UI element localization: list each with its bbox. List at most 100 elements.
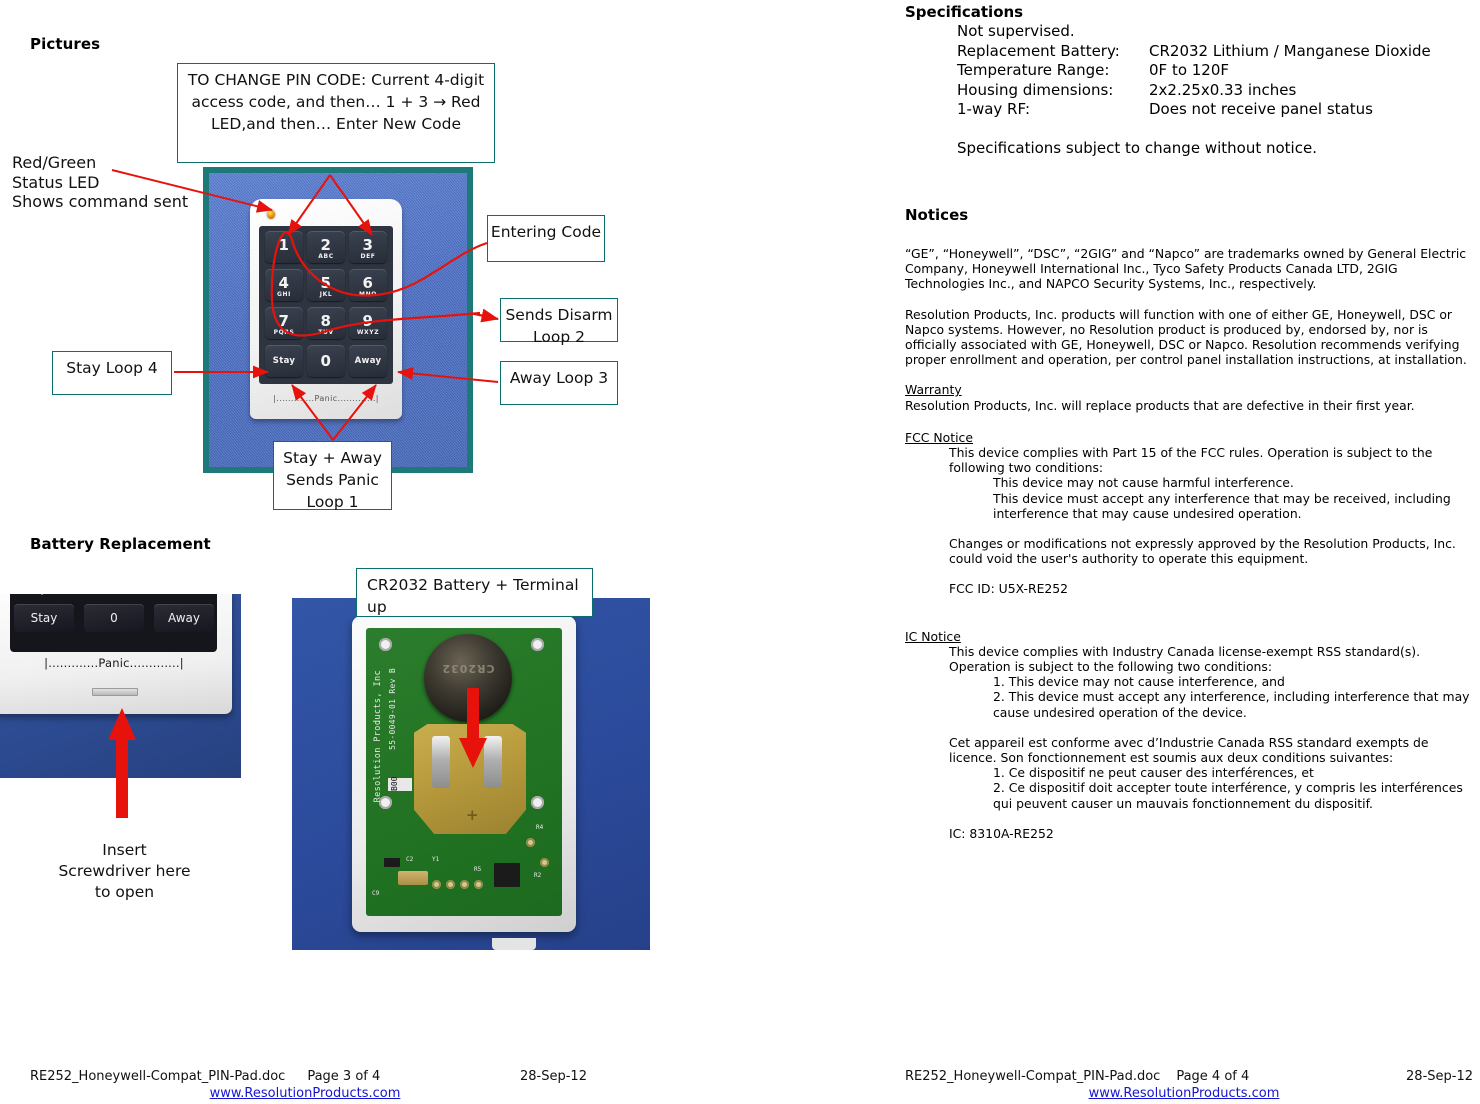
solder-pad-a [432,880,441,889]
ref-c2: C2 [406,856,414,863]
fcc-changes-text: Changes or modifications not expressly a… [949,536,1456,567]
footer-right-gap1 [1160,1069,1176,1084]
solder-pad-f [540,858,549,867]
callout-away-loop3: Away Loop 3 [500,361,618,405]
footer-right-page: Page 4 of 4 [1176,1069,1250,1084]
cr2032-coin-cell: CR2032 [424,634,512,722]
mount-hole-top-left [379,638,392,651]
fcc-id: FCC ID: U5X-RE252 [949,581,1069,597]
keypad-edge-matrix: PQRS TUV WXYZ Stay 0 Away [10,594,217,652]
keypad-body: 1 2 ABC 3 DEF 4 GHI 5 JKL 6 MNO 7 PQRS 8… [250,199,402,419]
edge-key-9-letters: WXYZ [154,594,214,600]
key-5-number: 5 [320,274,332,292]
footer-left-page: Page 3 of 4 [307,1069,381,1084]
footer-right-url[interactable]: www.ResolutionProducts.com [1089,1086,1280,1101]
key-5[interactable]: 5 JKL [307,269,345,301]
keypad-edge-body: PQRS TUV WXYZ Stay 0 Away |.............… [0,594,232,714]
key-away[interactable]: Away [349,345,387,377]
footer-right-date: 28-Sep-12 [1406,1069,1473,1084]
keypad-edge-photo: PQRS TUV WXYZ Stay 0 Away |.............… [0,594,241,778]
key-3-number: 3 [362,236,374,254]
fcc-intro: This device complies with Part 15 of the… [949,445,1433,476]
battery-door-slot [92,688,138,696]
footer-left-url[interactable]: www.ResolutionProducts.com [210,1086,401,1101]
spec-key-housing-dimensions: Housing dimensions: [957,80,1114,99]
spec-row-one-way-rf: 1-way RF: Does not receive panel status [905,100,1473,120]
arrow-sends-disarm [469,308,500,323]
spec-key-temperature-range: Temperature Range: [957,61,1110,79]
callout-stay-loop4: Stay Loop 4 [52,351,172,395]
microcontroller-ic [494,863,520,887]
callout-change-pin-code: TO CHANGE PIN CODE: Current 4-digit acce… [177,63,495,163]
callout-entering-code: Entering Code [487,215,605,262]
spec-not-supervised: Not supervised. [957,22,1075,40]
pcb-silkscreen-code: B00 [388,777,412,791]
footer-right-spacer [1249,1069,1406,1084]
key-7[interactable]: 7 PQRS [265,307,303,339]
pictures-heading: Pictures [30,35,101,53]
printed-circuit-board: Resolution Products, Inc 55-0049-01 Rev … [366,628,562,916]
key-6[interactable]: 6 MNO [349,269,387,301]
key-2-number: 2 [320,236,332,254]
edge-key-away[interactable]: Away [154,604,214,632]
key-away-label: Away [354,356,382,366]
key-4[interactable]: 4 GHI [265,269,303,301]
case-tab-bottom [492,938,536,950]
spec-value-one-way-rf: Does not receive panel status [1149,100,1373,118]
key-1[interactable]: 1 [265,231,303,263]
key-3-letters: DEF [360,253,376,260]
key-5-letters: JKL [319,291,333,298]
key-8-number: 8 [320,312,332,330]
battery-replacement-heading: Battery Replacement [30,535,211,553]
felt-background: 1 2 ABC 3 DEF 4 GHI 5 JKL 6 MNO 7 PQRS 8… [209,173,467,467]
status-led-indicator [267,210,275,219]
spec-value-housing-dimensions: 2x2.25x0.33 inches [1149,80,1297,99]
battery-clip-left [432,736,450,788]
solder-pad-b [446,880,455,889]
solder-pad-c [460,880,469,889]
pcb-silkscreen-company: Resolution Products, Inc [373,670,383,803]
key-7-number: 7 [278,312,290,330]
ref-y1: Y1 [432,856,440,863]
spec-value-temperature-range: 0F to 120F [1149,61,1230,79]
footer-left-gap1 [285,1069,307,1084]
ref-c9: C9 [372,890,380,897]
mount-hole-mid-right [531,796,544,809]
key-3[interactable]: 3 DEF [349,231,387,263]
notice-trademarks: “GE”, “Honeywell”, “DSC”, “2GIG” and “Na… [905,246,1467,292]
spec-row-replacement-battery: Replacement Battery: CR2032 Lithium / Ma… [905,42,1473,62]
key-4-number: 4 [278,274,290,292]
key-1-number: 1 [278,236,290,254]
footer-left: RE252_Honeywell-Compat_PIN-Pad.doc Page … [30,1069,710,1101]
ic-french-condition-1: 1. Ce dispositif ne peut causer des inte… [993,765,1314,781]
crystal-y1 [398,871,428,885]
edge-key-stay[interactable]: Stay [14,604,74,632]
edge-key-0[interactable]: 0 [84,604,144,632]
edge-key-8-letters: TUV [84,594,144,600]
ref-r2: R2 [534,872,542,879]
notice-compatibility: Resolution Products, Inc. products will … [905,306,1467,368]
footer-left-date: 28-Sep-12 [520,1069,587,1084]
keypad-key-matrix: 1 2 ABC 3 DEF 4 GHI 5 JKL 6 MNO 7 PQRS 8… [259,226,393,384]
ic-notice-heading: IC Notice [905,628,961,644]
solder-pad-e [526,838,535,847]
ic-id: IC: 8310A-RE252 [949,825,1054,841]
ic-intro: This device complies with Industry Canad… [949,643,1421,675]
fcc-condition-2: This device must accept any interference… [993,490,1451,521]
key-0[interactable]: 0 [307,345,345,377]
battery-clip-right [484,736,502,788]
key-stay[interactable]: Stay [265,345,303,377]
key-2-letters: ABC [318,253,334,260]
spec-disclaimer: Specifications subject to change without… [957,138,1317,157]
key-stay-label: Stay [272,356,296,366]
key-6-letters: MNO [359,291,377,298]
callout-sends-disarm-loop2: Sends Disarm Loop 2 [500,298,618,346]
cr2032-battery-text: CR2032 [441,662,495,675]
callout-stay-away-panic-loop1: Stay + Away Sends Panic Loop 1 [273,441,392,511]
key-2[interactable]: 2 ABC [307,231,345,263]
mount-hole-top-right [531,638,544,651]
fcc-condition-1: This device may not cause harmful interf… [993,475,1294,491]
key-8[interactable]: 8 TUV [307,307,345,339]
edge-key-7-letters: PQRS [14,594,74,600]
key-9[interactable]: 9 WXYZ [349,307,387,339]
